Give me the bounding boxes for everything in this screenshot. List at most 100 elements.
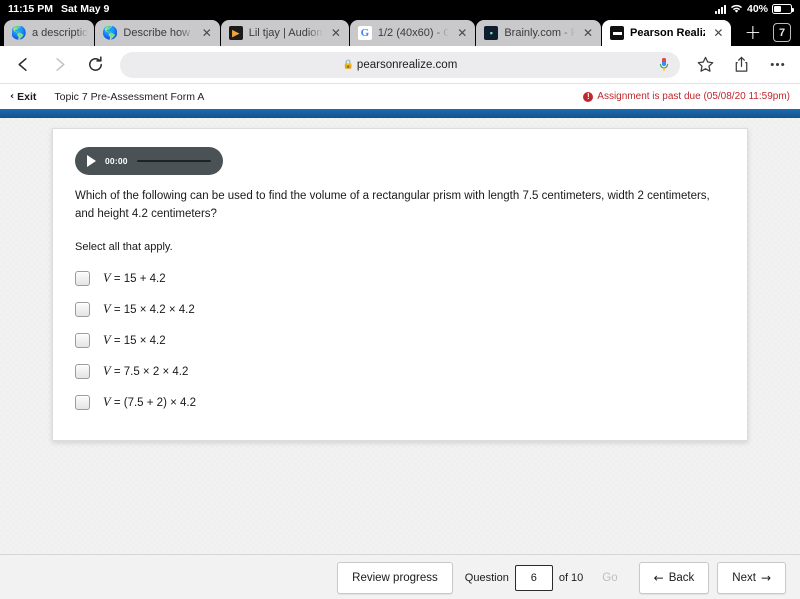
answer-expression: = 15 × 4.2 × 4.2 [113, 303, 195, 316]
question-total-label: of 10 [558, 571, 584, 584]
battery-percent-label: 40% [746, 3, 768, 15]
answer-choice-list: V = 15 + 4.2 V = 15 × 4.2 × 4.2 V = 15 ×… [75, 263, 725, 418]
browser-tab[interactable]: ▶ Lil tjay | Audioma ✕ [220, 20, 349, 46]
google-icon: G [357, 26, 372, 40]
ios-status-bar: 11:15 PM Sat May 9 40% [0, 0, 800, 18]
page-title: Topic 7 Pre-Assessment Form A [54, 90, 205, 103]
answer-checkbox[interactable] [75, 394, 90, 410]
variable-v: V [103, 301, 111, 316]
back-label: Back [668, 571, 695, 584]
variable-v: V [103, 270, 111, 285]
browser-tab[interactable]: 🌎 Describe how th ✕ [95, 20, 220, 46]
tab-count-button[interactable]: 7 [773, 23, 791, 42]
pearson-icon [610, 26, 625, 40]
lock-icon: 🔒 [342, 59, 354, 69]
assessment-body: 00:00 Which of the following can be used… [0, 118, 800, 554]
new-tab-button[interactable]: + [732, 22, 771, 46]
play-icon[interactable] [87, 155, 96, 167]
right-arrow-icon: → [760, 570, 771, 585]
next-label: Next [732, 571, 756, 584]
close-icon[interactable]: ✕ [455, 25, 469, 42]
status-time: 11:15 PM [8, 3, 53, 15]
audio-time-label: 00:00 [105, 156, 128, 166]
answer-choice[interactable]: V = 15 × 4.2 × 4.2 [75, 294, 725, 325]
browser-tab[interactable]: ▪ Brainly.com - Fo ✕ [476, 20, 602, 46]
question-label: Question [464, 571, 509, 584]
exit-label: Exit [17, 90, 37, 103]
url-text: pearsonrealize.com [356, 58, 458, 71]
accent-divider [0, 109, 800, 118]
question-number-input[interactable] [514, 564, 553, 591]
review-progress-button[interactable]: Review progress [337, 561, 453, 594]
back-arrow-icon[interactable] [12, 54, 34, 76]
question-instruction: Select all that apply. [75, 240, 173, 253]
answer-choice[interactable]: V = 7.5 × 2 × 4.2 [75, 356, 725, 387]
assessment-footer: Review progress Question of 10 Go ← Back… [0, 554, 800, 599]
answer-label: V = 15 × 4.2 [103, 333, 166, 348]
answer-checkbox[interactable] [75, 301, 90, 317]
question-navigator: Question of 10 [464, 564, 584, 591]
chevron-left-icon: ‹ [10, 91, 15, 102]
brainly-icon: ▪ [484, 26, 499, 40]
share-icon[interactable] [730, 54, 752, 76]
audio-player[interactable]: 00:00 [75, 147, 223, 175]
browser-tab[interactable]: 🌎 a description [4, 20, 95, 46]
answer-expression: = 7.5 × 2 × 4.2 [113, 365, 189, 378]
tab-title: Brainly.com - Fo [504, 27, 575, 39]
browser-toolbar: 🔒 pearsonrealize.com [0, 46, 800, 84]
alert-icon: ! [583, 91, 594, 102]
answer-expression: = 15 × 4.2 [113, 334, 166, 347]
status-badge: ! Assignment is past due (05/08/20 11:59… [583, 91, 790, 102]
close-icon[interactable]: ✕ [711, 25, 725, 42]
answer-checkbox[interactable] [75, 332, 90, 348]
back-button[interactable]: ← Back [638, 561, 710, 594]
reload-icon[interactable] [84, 54, 106, 76]
status-date: Sat May 9 [60, 3, 110, 15]
answer-checkbox[interactable] [75, 270, 90, 286]
tab-title: Pearson Realize [630, 27, 705, 39]
assessment-header: ‹ Exit Topic 7 Pre-Assessment Form A ! A… [0, 84, 800, 109]
browser-tab-active[interactable]: Pearson Realize ✕ [602, 20, 732, 46]
browser-tab[interactable]: G 1/2 (40x60) - Go ✕ [349, 20, 476, 46]
close-icon[interactable]: ✕ [329, 25, 343, 42]
globe-icon: 🌎 [103, 26, 118, 40]
question-card: 00:00 Which of the following can be used… [52, 128, 748, 441]
answer-label: V = 15 + 4.2 [103, 271, 166, 286]
tab-title: Lil tjay | Audioma [248, 27, 323, 39]
address-bar[interactable]: 🔒 pearsonrealize.com [120, 51, 680, 78]
answer-expression: = 15 + 4.2 [113, 272, 166, 285]
close-icon[interactable]: ✕ [581, 25, 595, 42]
left-arrow-icon: ← [653, 570, 664, 585]
audiomack-icon: ▶ [228, 26, 243, 40]
answer-choice[interactable]: V = 15 × 4.2 [75, 325, 725, 356]
go-button[interactable]: Go [587, 561, 633, 594]
status-bar-left: 11:15 PM Sat May 9 [8, 3, 109, 15]
close-icon[interactable]: ✕ [200, 25, 214, 42]
variable-v: V [103, 394, 111, 409]
tab-title: Describe how th [123, 27, 193, 39]
answer-label: V = 15 × 4.2 × 4.2 [103, 302, 195, 317]
globe-icon: 🌎 [12, 26, 26, 40]
question-prompt: Which of the following can be used to fi… [75, 190, 710, 220]
microphone-icon[interactable] [658, 57, 670, 76]
exit-button[interactable]: ‹ Exit [10, 91, 36, 103]
star-icon[interactable] [694, 54, 716, 76]
answer-expression: = (7.5 + 2) × 4.2 [113, 396, 196, 409]
status-bar-right: 40% [714, 3, 794, 15]
answer-choice[interactable]: V = (7.5 + 2) × 4.2 [75, 387, 725, 418]
tab-title: 1/2 (40x60) - Go [377, 27, 450, 39]
answer-choice[interactable]: V = 15 + 4.2 [75, 263, 725, 294]
variable-v: V [103, 363, 111, 378]
browser-tab-strip[interactable]: 🌎 a description 🌎 Describe how th ✕ ▶ Li… [0, 18, 800, 46]
past-due-text: Assignment is past due (05/08/20 11:59pm… [597, 91, 790, 102]
more-dots-icon[interactable] [766, 54, 788, 76]
cellular-signal-icon [714, 4, 726, 14]
answer-checkbox[interactable] [75, 363, 90, 379]
tab-title: a description [32, 27, 89, 39]
wifi-icon [730, 4, 742, 13]
answer-label: V = (7.5 + 2) × 4.2 [103, 395, 196, 410]
battery-icon [772, 4, 794, 14]
forward-arrow-icon[interactable] [48, 54, 70, 76]
next-button[interactable]: Next → [717, 561, 786, 594]
audio-progress-track[interactable] [136, 160, 211, 162]
